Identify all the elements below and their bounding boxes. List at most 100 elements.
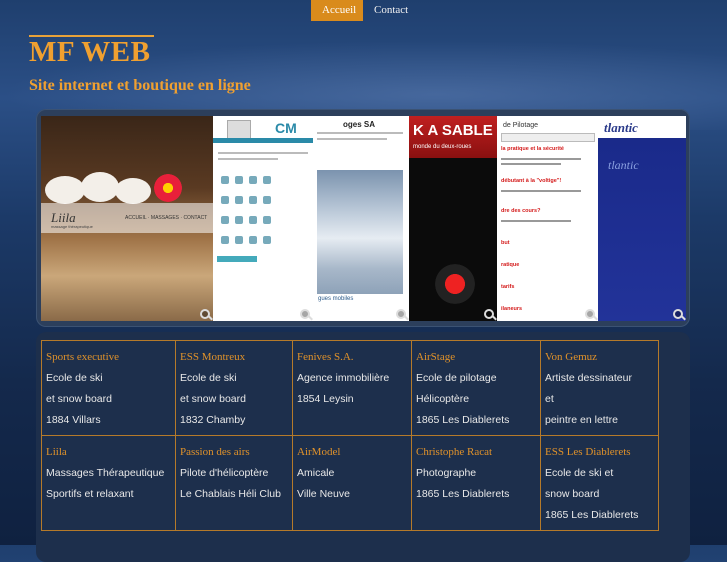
partner-detail: snow board <box>545 488 600 500</box>
site-subtitle: Site internet et boutique en ligne <box>29 77 251 94</box>
pilotage-heading: dre des cours? <box>501 208 541 214</box>
partner-name-link[interactable]: Liila <box>46 446 171 458</box>
cm-logo: CM <box>275 120 297 136</box>
thumb-fenives[interactable]: oges SA gues mobiles <box>313 116 409 321</box>
nav-contact[interactable]: Contact <box>363 0 415 21</box>
partner-detail: Sportifs et relaxant <box>46 488 134 500</box>
partner-cell: ESS Montreux Ecole de ski et snow board 183… <box>175 340 293 436</box>
text-line <box>218 152 308 154</box>
partner-detail: peintre en lettre <box>545 414 618 426</box>
atlantic-sub: tlantic <box>608 158 639 172</box>
text-line <box>501 220 571 222</box>
liila-logo-sub: massage thérapeutique <box>51 224 93 229</box>
pilotage-heading: but <box>501 240 510 246</box>
partner-cell: AirStage Ecole de pilotage Hélicoptère 1865… <box>411 340 541 436</box>
partner-cell: Christophe Racat Photographe 1865 Les Diab… <box>411 435 541 531</box>
product-thumb <box>221 216 229 224</box>
partner-name-link[interactable]: Passion des airs <box>180 446 288 458</box>
partner-detail: Ecole de ski <box>46 372 103 384</box>
partner-name-link[interactable]: Sports executive <box>46 351 171 363</box>
pilotage-heading: débutant à la "voltige"! <box>501 178 562 184</box>
product-thumb <box>235 216 243 224</box>
partner-detail: Artiste dessinateur <box>545 372 632 384</box>
partner-name-link[interactable]: ESS Les Diablerets <box>545 446 654 458</box>
partner-detail: 1884 Villars <box>46 414 101 426</box>
motorbike-photo <box>429 264 481 304</box>
airstage-banner-title: K A SABLE <box>413 122 493 139</box>
product-thumb <box>221 236 229 244</box>
text-line <box>501 158 581 160</box>
product-thumb <box>249 236 257 244</box>
zoom-magnifier-icon[interactable] <box>484 309 494 319</box>
partner-detail: Ecole de ski et <box>545 467 614 479</box>
pilotage-heading: ratique <box>501 262 520 268</box>
partners-table: Sports executive Ecole de ski et snow boar… <box>41 340 659 531</box>
text-line <box>501 163 561 165</box>
product-thumb <box>249 196 257 204</box>
zoom-magnifier-icon[interactable] <box>396 309 406 319</box>
table-row: Liila Massages Thérapeutique Sportifs et r… <box>41 435 659 531</box>
text-line <box>317 138 387 140</box>
partner-detail: et <box>545 393 554 405</box>
partner-cell: AirModel Amicale Ville Neuve <box>292 435 412 531</box>
partner-name-link[interactable]: AirStage <box>416 351 536 363</box>
towel-shape <box>115 178 151 204</box>
partner-detail: Massages Thérapeutique <box>46 467 165 479</box>
product-thumb <box>221 176 229 184</box>
towel-shape <box>45 176 85 204</box>
pilotage-menu <box>501 133 595 142</box>
partner-name-link[interactable]: Christophe Racat <box>416 446 536 458</box>
partner-detail: 1854 Leysin <box>297 393 354 405</box>
partner-cell: Sports executive Ecole de ski et snow boar… <box>41 340 176 436</box>
product-thumb <box>263 216 271 224</box>
text-line <box>501 190 581 192</box>
text-line <box>218 158 278 160</box>
product-thumb <box>263 196 271 204</box>
fenives-caption: gues mobiles <box>318 296 354 302</box>
thumb-pilotage[interactable]: de Pilotage la pratique et la sécurité d… <box>497 116 598 321</box>
airstage-banner-sub: monde du deux-roues <box>413 144 472 150</box>
partner-name-link[interactable]: Fenives S.A. <box>297 351 407 363</box>
towel-shape <box>81 172 119 202</box>
fenives-header: oges SA <box>343 120 376 129</box>
partner-cell: Liila Massages Thérapeutique Sportifs et r… <box>41 435 176 531</box>
partner-cell: Fenives S.A. Agence immobilière 1854 Leysi… <box>292 340 412 436</box>
zoom-magnifier-icon[interactable] <box>673 309 683 319</box>
partner-cell: Passion des airs Pilote d'hélicoptère Le C… <box>175 435 293 531</box>
partner-name-link[interactable]: Von Gemuz <box>545 351 654 363</box>
partner-detail: Ecole de ski <box>180 372 237 384</box>
zoom-magnifier-icon[interactable] <box>585 309 595 319</box>
partner-cell: Von Gemuz Artiste dessinateur et peintre en… <box>540 340 659 436</box>
partner-detail: 1832 Chamby <box>180 414 246 426</box>
pilotage-heading: la pratique et la sécurité <box>501 146 564 152</box>
text-line <box>317 132 403 134</box>
partner-detail: Pilote d'hélicoptère <box>180 467 269 479</box>
partner-detail: Amicale <box>297 467 335 479</box>
product-thumb <box>263 176 271 184</box>
product-thumb <box>249 216 257 224</box>
cm-navbar <box>213 138 313 143</box>
zoom-magnifier-icon[interactable] <box>300 309 310 319</box>
thumb-airstage[interactable]: K A SABLE monde du deux-roues <box>409 116 497 321</box>
nav-accueil[interactable]: Accueil <box>311 0 363 21</box>
sky-photo <box>317 170 403 294</box>
partner-detail: et snow board <box>180 393 246 405</box>
product-thumb <box>235 176 243 184</box>
cm-logo-box <box>227 120 251 140</box>
partner-name-link[interactable]: AirModel <box>297 446 407 458</box>
atlantic-logo: tlantic <box>604 120 638 135</box>
partner-name-link[interactable]: ESS Montreux <box>180 351 288 363</box>
cm-footer-bar <box>217 256 257 262</box>
product-thumb <box>263 236 271 244</box>
thumb-atlantic[interactable]: tlantic tlantic <box>598 116 686 321</box>
partner-detail: Agence immobilière <box>297 372 390 384</box>
pilotage-heading: tarifs <box>501 284 515 290</box>
site-title[interactable]: MF WEB <box>29 36 150 69</box>
portfolio-gallery: Liila massage thérapeutique ACCUEIL · MA… <box>41 116 686 321</box>
partner-detail: 1865 Les Diablerets <box>545 509 639 521</box>
partner-detail: Le Chablais Héli Club <box>180 488 281 500</box>
zoom-magnifier-icon[interactable] <box>200 309 210 319</box>
partner-detail: Ville Neuve <box>297 488 350 500</box>
thumb-cm[interactable]: CM <box>213 116 313 321</box>
thumb-liila[interactable]: Liila massage thérapeutique ACCUEIL · MA… <box>41 116 213 321</box>
